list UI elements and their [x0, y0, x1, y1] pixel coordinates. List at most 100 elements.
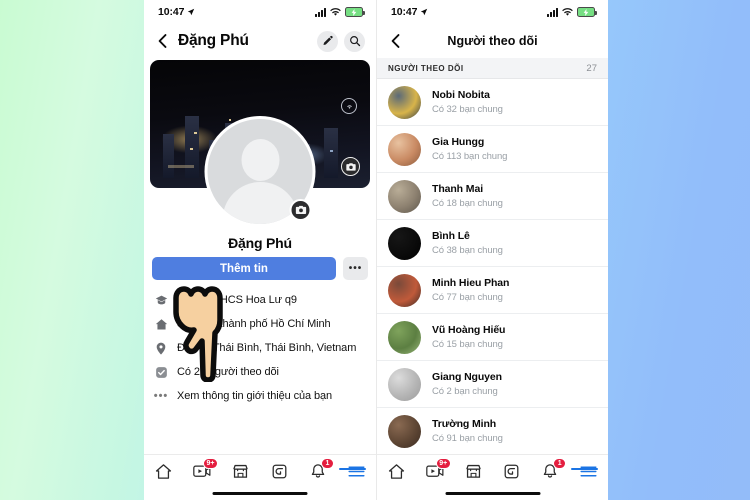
- follower-row[interactable]: Trường Minh Có 91 bạn chung: [377, 408, 608, 455]
- cover-overlay-icon: [341, 98, 357, 114]
- cellular-signal-icon: [315, 7, 326, 17]
- profile-detail-row[interactable]: Có 27 người theo dõi: [154, 360, 368, 384]
- follower-row[interactable]: Minh Hieu Phan Có 77 bạn chung: [377, 267, 608, 314]
- edit-profile-photo-button[interactable]: [289, 199, 312, 221]
- add-story-button[interactable]: Thêm tin: [152, 257, 336, 280]
- page-title: Đặng Phú: [178, 32, 249, 49]
- ellipsis-icon: •••: [153, 389, 169, 402]
- profile-detail-row[interactable]: Học tại THCS Hoa Lư q9: [154, 288, 368, 312]
- location-pin-icon: [154, 342, 168, 355]
- follower-avatar[interactable]: [388, 226, 421, 260]
- profile-detail-text: Có 27 người theo dõi: [177, 366, 279, 378]
- tab-marketplace[interactable]: [226, 462, 256, 486]
- follower-mutual-friends: Có 15 bạn chung: [432, 338, 503, 350]
- follower-row[interactable]: Vũ Hoàng Hiếu Có 15 bạn chung: [377, 314, 608, 361]
- edit-profile-button[interactable]: [317, 30, 338, 52]
- profile-avatar-wrap: [204, 116, 316, 227]
- followers-list: Nobi Nobita Có 32 bạn chung Gia Hungg Có 11…: [377, 79, 608, 455]
- follower-text-block: Thanh Mai Có 18 bạn chung: [432, 183, 503, 209]
- marketplace-icon: [465, 463, 482, 485]
- home-icon: [154, 318, 168, 331]
- follower-mutual-friends: Có 18 bạn chung: [432, 197, 503, 209]
- follower-avatar[interactable]: [388, 273, 421, 307]
- tab-hamburger-menu[interactable]: [338, 462, 372, 486]
- active-tab-underline: [570, 468, 598, 470]
- profile-details-list: Học tại THCS Hoa Lư q9 Sống tại thành phố…: [154, 288, 368, 408]
- followers-count: 27: [586, 62, 597, 74]
- status-time-text-left: 10:47: [158, 6, 185, 18]
- profile-body: Đặng Phú Thêm tin ••• Học tại THCS Hoa L…: [144, 60, 376, 458]
- tab-marketplace[interactable]: [458, 462, 488, 486]
- follower-row[interactable]: Nobi Nobita Có 32 bạn chung: [377, 79, 608, 126]
- follower-row[interactable]: Gia Hungg Có 113 bạn chung: [377, 126, 608, 173]
- groups-icon: [503, 463, 520, 485]
- follower-mutual-friends: Có 38 bạn chung: [432, 244, 503, 256]
- profile-detail-row[interactable]: ••• Xem thông tin giới thiệu của bạn: [154, 384, 368, 408]
- location-arrow-icon: [188, 8, 195, 16]
- follower-text-block: Nobi Nobita Có 32 bạn chung: [432, 89, 503, 115]
- phone-screen-profile: 10:47 Đặng Phú Đặng Phú Thêm tin ••• Học…: [144, 0, 376, 500]
- home-icon: [155, 463, 172, 485]
- search-button[interactable]: [344, 30, 365, 52]
- follower-name: Thanh Mai: [432, 183, 484, 196]
- follower-avatar[interactable]: [388, 85, 421, 119]
- camera-icon: [295, 205, 306, 215]
- follower-mutual-friends: Có 32 bạn chung: [432, 103, 503, 115]
- back-chevron-icon[interactable]: [155, 33, 171, 49]
- follower-avatar[interactable]: [388, 367, 421, 401]
- follower-text-block: Giang Nguyen Có 2 bạn chung: [432, 371, 502, 397]
- follower-avatar[interactable]: [388, 132, 421, 166]
- follower-text-block: Minh Hieu Phan Có 77 bạn chung: [432, 277, 509, 303]
- status-bar-left: 10:47: [144, 0, 376, 24]
- status-bar-right: 10:47: [377, 0, 608, 24]
- follower-row[interactable]: Giang Nguyen Có 2 bạn chung: [377, 361, 608, 408]
- wifi-icon: [330, 7, 341, 16]
- marketplace-icon: [232, 463, 249, 485]
- profile-name: Đặng Phú: [228, 235, 292, 251]
- tab-home[interactable]: [381, 462, 411, 486]
- tab-home[interactable]: [148, 462, 178, 486]
- location-arrow-icon: [421, 8, 428, 16]
- profile-detail-row[interactable]: Sống tại thành phố Hồ Chí Minh: [154, 312, 368, 336]
- follower-avatar[interactable]: [388, 414, 421, 448]
- tab-badge: 9+: [203, 458, 218, 469]
- tab-video[interactable]: 9+: [420, 458, 451, 486]
- battery-charging-icon: [345, 7, 365, 17]
- back-chevron-icon[interactable]: [388, 33, 404, 49]
- follower-name: Giang Nguyen: [432, 371, 502, 384]
- status-time-left: 10:47: [158, 6, 195, 18]
- tab-groups[interactable]: [497, 462, 527, 486]
- check-badge-icon: [154, 366, 168, 379]
- follower-name: Gia Hungg: [432, 136, 485, 149]
- tab-bell[interactable]: 1: [303, 458, 334, 486]
- follower-name: Bình Lê: [432, 230, 470, 243]
- follower-name: Nobi Nobita: [432, 89, 490, 102]
- edit-cover-photo-button[interactable]: [341, 157, 360, 176]
- home-icon: [388, 463, 405, 485]
- tab-bell[interactable]: 1: [535, 458, 567, 486]
- follower-mutual-friends: Có 2 bạn chung: [432, 385, 498, 397]
- follower-text-block: Vũ Hoàng Hiếu Có 15 bạn chung: [432, 324, 505, 350]
- follower-row[interactable]: Thanh Mai Có 18 bạn chung: [377, 173, 608, 220]
- wifi-icon: [562, 7, 573, 16]
- tab-video[interactable]: 9+: [187, 458, 218, 486]
- active-tab-underline: [338, 468, 366, 470]
- followers-section-label: NGƯỜI THEO DÕI: [388, 63, 464, 73]
- status-time-text-right: 10:47: [391, 6, 418, 18]
- tab-groups[interactable]: [264, 462, 294, 486]
- follower-avatar[interactable]: [388, 320, 421, 354]
- profile-detail-row[interactable]: Đến từ Thái Bình, Thái Bình, Vietnam: [154, 336, 368, 360]
- status-time-right: 10:47: [391, 6, 428, 18]
- follower-avatar[interactable]: [388, 179, 421, 213]
- groups-icon: [271, 463, 288, 485]
- profile-navbar: Đặng Phú: [144, 24, 376, 58]
- follower-row[interactable]: Bình Lê Có 38 bạn chung: [377, 220, 608, 267]
- profile-detail-text: Đến từ Thái Bình, Thái Bình, Vietnam: [177, 342, 357, 354]
- tab-hamburger-menu[interactable]: [570, 462, 604, 486]
- followers-section-header: NGƯỜI THEO DÕI 27: [377, 58, 608, 79]
- profile-detail-text: Học tại THCS Hoa Lư q9: [177, 294, 297, 306]
- follower-name: Vũ Hoàng Hiếu: [432, 324, 506, 337]
- profile-more-button[interactable]: •••: [343, 257, 368, 280]
- follower-mutual-friends: Có 113 bạn chung: [432, 150, 508, 162]
- navbar-actions: [317, 30, 365, 52]
